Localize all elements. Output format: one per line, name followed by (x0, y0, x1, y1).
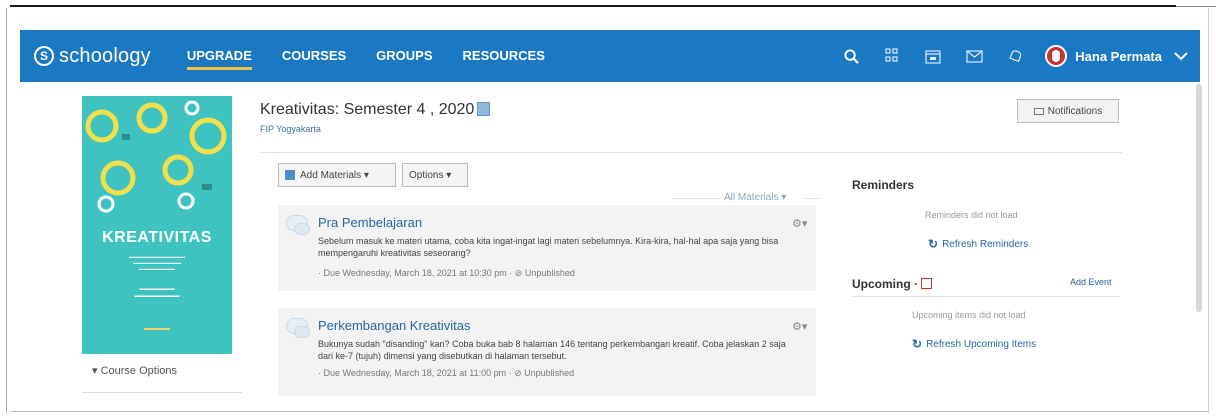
refresh-reminders-link[interactable]: ↻ Refresh Reminders (928, 237, 1028, 251)
calendar-icon[interactable] (921, 278, 932, 289)
discussion-icon-back (294, 326, 310, 338)
options-button[interactable]: Options ▾ (402, 163, 468, 187)
course-options-toggle[interactable]: ▾ Course Options (92, 364, 177, 377)
header-divider (260, 152, 1122, 153)
bell-icon[interactable] (997, 38, 1033, 74)
top-divider (10, 5, 1176, 7)
nav-groups[interactable]: GROUPS (376, 30, 432, 82)
envelope-icon (1033, 107, 1044, 115)
list-item[interactable]: Perkembangan Kreativitas Bukunya sudah "… (278, 308, 816, 396)
material-description: Sebelum masuk ke materi utama, coba kita… (318, 236, 779, 258)
reminders-message: Reminders did not load (925, 210, 1018, 220)
refresh-icon: ↻ (912, 337, 923, 351)
chevron-down-icon[interactable] (1174, 51, 1188, 61)
course-subtitle[interactable]: FIP Yogyakarta (260, 124, 321, 134)
add-materials-icon (285, 170, 295, 180)
cover-subtitle-decoration: ▬▬▬▬▬▬▬▬▬▬▬▬▬▬ ▬▬▬▬▬▬▬▬▬▬▬▬ ▬▬▬▬▬▬▬▬▬ (129, 254, 185, 271)
list-item[interactable]: Pra Pembelajaran Sebelum masuk ke materi… (278, 205, 816, 291)
material-due: · Due Wednesday, March 18, 2021 at 11:00… (318, 368, 575, 378)
course-info-icon[interactable] (477, 102, 491, 116)
discussion-icon-back (294, 223, 310, 235)
page-title: Kreativitas: Semester 4 , 2020 (260, 101, 491, 119)
material-title[interactable]: Pra Pembelajaran (318, 215, 422, 230)
upcoming-heading: Upcoming · (852, 277, 932, 291)
caret-icon: ▾ (92, 365, 101, 377)
logo-text: schoology (59, 44, 151, 67)
lightbulb-pattern-icon (85, 100, 227, 213)
material-title[interactable]: Perkembangan Kreativitas (318, 318, 470, 333)
options-label: Options ▾ (409, 169, 452, 181)
refresh-upcoming-link[interactable]: ↻ Refresh Upcoming Items (912, 337, 1036, 351)
avatar-figure (1052, 50, 1061, 62)
refresh-icon: ↻ (928, 237, 939, 251)
course-cover-image: KREATIVITAS ▬▬▬▬▬▬▬▬▬▬▬▬▬▬ ▬▬▬▬▬▬▬▬▬▬▬▬ ▬▬… (82, 96, 232, 354)
filter-divider-right (804, 198, 820, 199)
all-materials-filter[interactable]: All Materials ▾ (724, 192, 786, 203)
top-navbar: S schoology UPGRADE COURSES GROUPS RESOU… (20, 30, 1200, 82)
cover-authors-decoration: ▬▬▬▬▬▬▬ ▬▬▬▬▬▬▬▬▬ (134, 286, 180, 299)
right-border (1208, 8, 1209, 413)
course-options-label: Course Options (100, 365, 178, 377)
nav-upgrade[interactable]: UPGRADE (186, 30, 252, 82)
gear-icon[interactable]: ⚙▾ (792, 320, 807, 333)
refresh-reminders-label: Refresh Reminders (942, 238, 1029, 250)
screen: S schoology UPGRADE COURSES GROUPS RESOU… (0, 0, 1216, 420)
add-materials-button[interactable]: Add Materials ▾ (278, 163, 396, 187)
left-border (6, 8, 7, 413)
notifications-label: Notifications (1047, 105, 1103, 117)
user-name[interactable]: Hana Permata (1075, 49, 1162, 64)
search-icon[interactable] (833, 38, 869, 74)
add-materials-label: Add Materials ▾ (300, 169, 369, 181)
refresh-upcoming-label: Refresh Upcoming Items (926, 338, 1037, 350)
apps-icon[interactable] (874, 38, 910, 74)
left-panel-divider (82, 392, 242, 393)
cover-accent-bar (144, 328, 170, 330)
reminders-heading: Reminders (852, 178, 915, 192)
logo-mark: S (34, 46, 54, 66)
scrollbar-thumb[interactable] (1196, 84, 1202, 312)
nav-icon-group: Hana Permata (828, 38, 1200, 74)
filter-divider-left (672, 198, 720, 199)
add-event-link[interactable]: Add Event (1070, 277, 1112, 287)
top-right-divider (1176, 6, 1216, 7)
upcoming-divider (852, 296, 1120, 297)
schoology-logo[interactable]: S schoology (34, 45, 151, 68)
upcoming-message: Upcoming items did not load (912, 310, 1026, 320)
bottom-divider (10, 411, 1208, 412)
gear-icon[interactable]: ⚙▾ (792, 217, 807, 230)
calendar-icon[interactable] (915, 38, 951, 74)
nav-resources[interactable]: RESOURCES (463, 30, 545, 82)
user-avatar[interactable] (1045, 45, 1068, 67)
cover-title: KREATIVITAS (102, 229, 212, 246)
course-title-text: Kreativitas: Semester 4 , 2020 (260, 101, 475, 118)
main-nav: UPGRADE COURSES GROUPS RESOURCES (186, 30, 575, 82)
notifications-button[interactable]: Notifications (1017, 99, 1119, 123)
upcoming-heading-label: Upcoming · (852, 277, 918, 291)
nav-courses[interactable]: COURSES (282, 30, 346, 82)
material-description: Bukunya sudah "disanding" kan? Coba buka… (318, 339, 786, 361)
material-due: · Due Wednesday, March 18, 2021 at 10:30… (318, 268, 575, 278)
mail-icon[interactable] (956, 38, 992, 74)
